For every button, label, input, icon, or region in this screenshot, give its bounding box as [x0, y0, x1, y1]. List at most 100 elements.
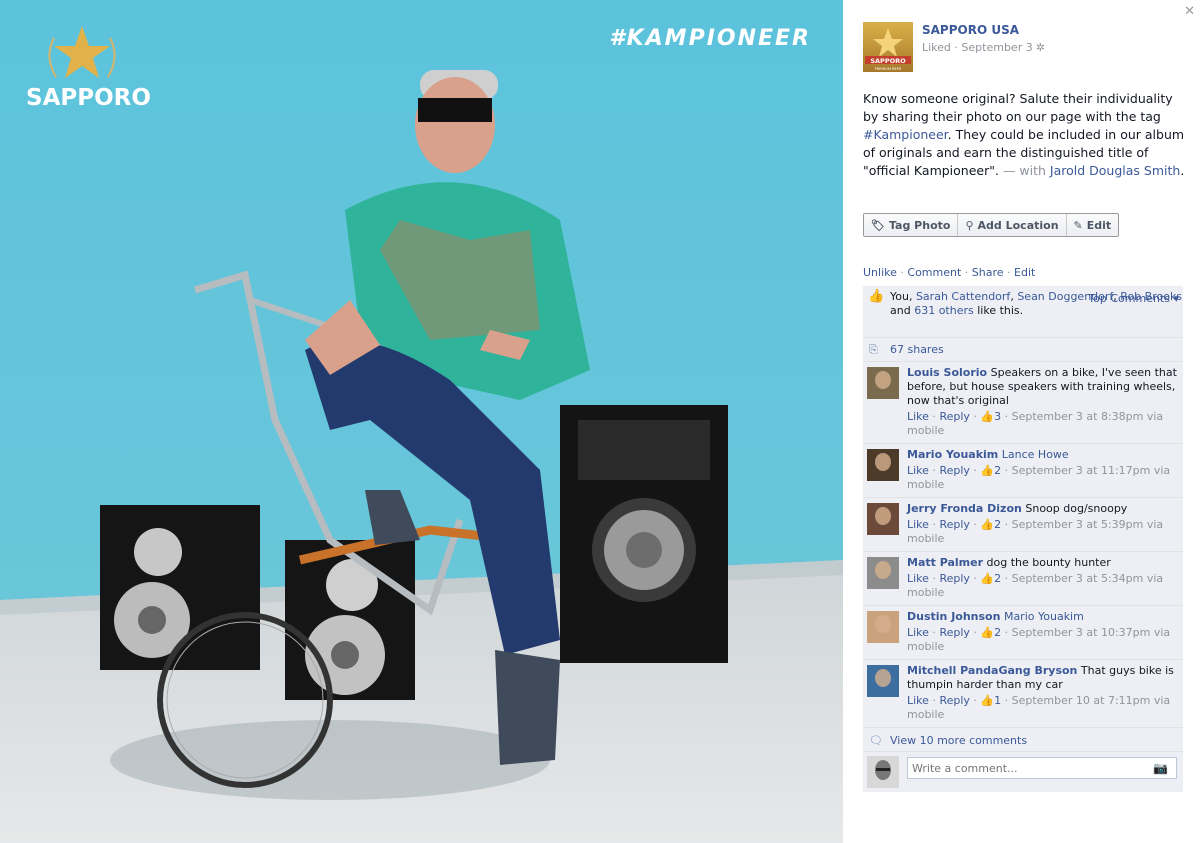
sapporo-logo-text: SAPPORO	[26, 85, 151, 111]
add-location-button[interactable]: ⚲ Add Location	[958, 214, 1067, 236]
comment-input[interactable]	[907, 757, 1177, 779]
close-icon[interactable]: ✕	[1184, 4, 1195, 19]
likes-suffix: like this.	[973, 304, 1024, 317]
comment-reply-link[interactable]: Reply	[939, 464, 969, 477]
share-link[interactable]: Share	[972, 266, 1004, 279]
comment-reply-link[interactable]: Reply	[939, 410, 969, 423]
top-comments-dropdown[interactable]: Top Comments ▾	[1088, 292, 1179, 306]
comment-like-count-value: 3	[994, 410, 1002, 423]
commenter-name-link[interactable]: Matt Palmer	[907, 556, 983, 569]
page-avatar[interactable]: SAPPORO PREMIUM BEER	[863, 22, 913, 72]
comment-reply-link[interactable]: Reply	[939, 626, 969, 639]
pencil-icon: ✎	[1073, 218, 1083, 232]
share-icon: ⎘	[869, 343, 878, 356]
comment-like-count-value: 2	[994, 572, 1002, 585]
liked-status: Liked	[922, 41, 951, 54]
commenter-name-link[interactable]: Louis Solorio	[907, 366, 987, 379]
add-location-label: Add Location	[977, 218, 1059, 232]
page-name-link[interactable]: SAPPORO USA	[922, 23, 1019, 37]
comment-body: Jerry Fronda Dizon Snoop dog/snoopy	[907, 502, 1177, 516]
comment-body: Matt Palmer dog the bounty hunter	[907, 556, 1177, 570]
comment-bubble-icon: 🗨	[869, 734, 883, 747]
like-thumb-icon: 👍	[980, 410, 995, 423]
comment-list: Louis Solorio Speakers on a bike, I've s…	[863, 362, 1183, 728]
hashtag-link[interactable]: #Kampioneer	[863, 127, 948, 142]
comment-tag-link[interactable]: Lance Howe	[1002, 448, 1069, 461]
comment-item: Louis Solorio Speakers on a bike, I've s…	[863, 362, 1183, 444]
ufi-block: 👍 You, Sarah Cattendorf, Sean Doggendorf…	[863, 286, 1183, 792]
view-more-comments-link[interactable]: View 10 more comments	[890, 734, 1027, 747]
comment-like-link[interactable]: Like	[907, 464, 929, 477]
comment-like-count[interactable]: 👍2	[980, 464, 1001, 477]
privacy-gear-icon[interactable]: ✲	[1036, 41, 1045, 54]
tag-icon: 🏷	[871, 218, 885, 232]
comment-like-count-value: 2	[994, 464, 1002, 477]
others-link[interactable]: 631 others	[914, 304, 974, 317]
comment-tag-link[interactable]: Mario Youakim	[1004, 610, 1084, 623]
post-meta: Liked · September 3 ✲	[922, 41, 1045, 54]
photo-action-bar: 🏷 Tag Photo ⚲ Add Location ✎ Edit	[863, 213, 1120, 237]
comment-like-count-value: 2	[994, 518, 1002, 531]
commenter-name-link[interactable]: Mitchell PandaGang Bryson	[907, 664, 1077, 677]
edit-label: Edit	[1086, 218, 1112, 232]
liker-link[interactable]: Sarah Cattendorf	[916, 290, 1010, 303]
commenter-avatar[interactable]	[867, 611, 899, 643]
comment-item: Matt Palmer dog the bounty hunter Like · …	[863, 552, 1183, 606]
shares-link[interactable]: 67 shares	[890, 343, 944, 356]
comment-like-count[interactable]: 👍1	[980, 694, 1001, 707]
photo-image	[0, 0, 843, 843]
shares-row: ⎘ 67 shares	[863, 338, 1183, 362]
comment-like-count[interactable]: 👍2	[980, 572, 1001, 585]
comment-meta: Like · Reply · 👍2 · September 3 at 5:39p…	[907, 518, 1164, 545]
photo-viewer[interactable]: SAPPORO #KAMPIONEER	[0, 0, 843, 843]
comment-like-link[interactable]: Like	[907, 572, 929, 585]
comment-meta: Like · Reply · 👍3 · September 3 at 8:38p…	[907, 410, 1164, 437]
comment-link[interactable]: Comment	[907, 266, 961, 279]
comment-like-link[interactable]: Like	[907, 410, 929, 423]
edit-button[interactable]: ✎ Edit	[1067, 214, 1119, 236]
likes-and: and	[890, 304, 915, 317]
svg-text:PREMIUM BEER: PREMIUM BEER	[875, 67, 902, 71]
commenter-avatar[interactable]	[867, 503, 899, 535]
my-avatar	[867, 756, 899, 788]
comment-reply-link[interactable]: Reply	[939, 572, 969, 585]
camera-icon[interactable]: 📷	[1153, 761, 1168, 775]
comment-like-count[interactable]: 👍3	[980, 410, 1001, 423]
commenter-avatar[interactable]	[867, 449, 899, 481]
commenter-name-link[interactable]: Mario Youakim	[907, 448, 998, 461]
like-thumb-icon: 👍	[868, 289, 885, 304]
comment-like-link[interactable]: Like	[907, 626, 929, 639]
like-thumb-icon: 👍	[980, 518, 995, 531]
comment-item: Dustin Johnson Mario Youakim Like · Reply…	[863, 606, 1183, 660]
commenter-avatar[interactable]	[867, 665, 899, 697]
comment-body: Dustin Johnson Mario Youakim	[907, 610, 1177, 624]
my-avatar-image	[867, 756, 899, 788]
ufi-actions: Unlike · Comment · Share · Edit	[863, 266, 1036, 279]
comment-like-count[interactable]: 👍2	[980, 518, 1001, 531]
comment-item: Mario Youakim Lance Howe Like · Reply · 👍…	[863, 444, 1183, 498]
commenter-avatar[interactable]	[867, 557, 899, 589]
post-date[interactable]: September 3	[961, 41, 1032, 54]
page-avatar-image: SAPPORO PREMIUM BEER	[865, 28, 911, 71]
comment-reply-link[interactable]: Reply	[939, 694, 969, 707]
location-pin-icon: ⚲	[965, 218, 974, 232]
edit-link[interactable]: Edit	[1014, 266, 1035, 279]
comment-reply-link[interactable]: Reply	[939, 518, 969, 531]
comment-like-link[interactable]: Like	[907, 694, 929, 707]
likes-summary: 👍 You, Sarah Cattendorf, Sean Doggendorf…	[863, 286, 1183, 338]
commenter-avatar[interactable]	[867, 367, 899, 399]
post-text: Know someone original? Salute their indi…	[863, 91, 1185, 178]
tag-photo-button[interactable]: 🏷 Tag Photo	[864, 214, 959, 236]
unlike-link[interactable]: Unlike	[863, 266, 897, 279]
commenter-name-link[interactable]: Dustin Johnson	[907, 610, 1000, 623]
write-comment-row: 📷	[863, 752, 1183, 792]
comment-like-count[interactable]: 👍2	[980, 626, 1001, 639]
tagged-person-link[interactable]: Jarold Douglas Smith	[1050, 163, 1180, 178]
comment-like-count-value: 2	[994, 626, 1002, 639]
comment-like-link[interactable]: Like	[907, 518, 929, 531]
comment-text: dog the bounty hunter	[986, 556, 1111, 569]
post-text-main: Know someone original? Salute their indi…	[863, 91, 1173, 124]
commenter-name-link[interactable]: Jerry Fronda Dizon	[907, 502, 1022, 515]
comment-like-count-value: 1	[994, 694, 1002, 707]
comment-meta: Like · Reply · 👍1 · September 10 at 7:11…	[907, 694, 1171, 721]
